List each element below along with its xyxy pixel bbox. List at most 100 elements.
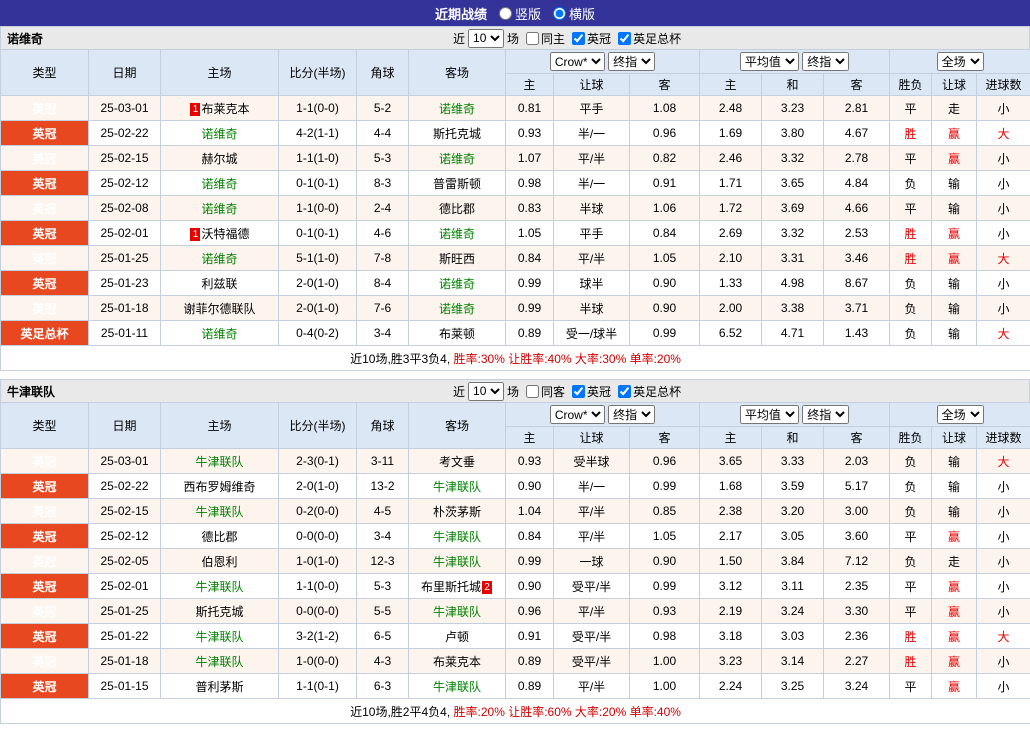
away-team-name[interactable]: 牛津联队 xyxy=(433,480,481,494)
away-team-name[interactable]: 牛津联队 xyxy=(433,530,481,544)
away-team-name[interactable]: 朴茨茅斯 xyxy=(433,505,481,519)
away-team-name[interactable]: 牛津联队 xyxy=(433,605,481,619)
wdl-result-cell: 平 xyxy=(889,95,933,121)
league-type-cell[interactable]: 英冠 xyxy=(0,548,89,574)
away-team-name[interactable]: 诺维奇 xyxy=(439,102,475,116)
home-team-name[interactable]: 普利茅斯 xyxy=(195,680,243,694)
avg-home-cell: 1.50 xyxy=(699,548,763,574)
home-team-name[interactable]: 牛津联队 xyxy=(195,580,243,594)
home-team-name[interactable]: 牛津联队 xyxy=(195,455,243,469)
fulltime-select[interactable]: 全场 xyxy=(936,52,984,71)
league-type-cell[interactable]: 英冠 xyxy=(0,498,89,524)
league-type-cell[interactable]: 英冠 xyxy=(0,145,89,171)
away-team-name[interactable]: 诺维奇 xyxy=(439,277,475,291)
avg-group-header: 平均值 终指 xyxy=(699,49,891,74)
home-team-name[interactable]: 诺维奇 xyxy=(201,177,237,191)
facup-checkbox[interactable] xyxy=(618,384,632,398)
home-team-name[interactable]: 诺维奇 xyxy=(201,202,237,216)
away-team-name[interactable]: 牛津联队 xyxy=(433,680,481,694)
home-team-name[interactable]: 德比郡 xyxy=(201,530,237,544)
home-team-name[interactable]: 西布罗姆维奇 xyxy=(183,480,255,494)
away-odds-cell: 0.99 xyxy=(628,573,701,599)
league-type-cell[interactable]: 英冠 xyxy=(0,95,89,121)
match-count-select[interactable]: 10 xyxy=(468,381,505,401)
odds-time-select[interactable]: 终指 xyxy=(608,405,656,424)
league-type-cell[interactable]: 英冠 xyxy=(0,270,89,296)
vertical-radio[interactable] xyxy=(498,6,512,20)
handicap-result-cell: 赢 xyxy=(931,598,978,624)
league-type-cell[interactable]: 英冠 xyxy=(0,195,89,221)
league-type-cell[interactable]: 英冠 xyxy=(0,573,89,599)
league-type-cell[interactable]: 英冠 xyxy=(0,648,89,674)
home-team-name[interactable]: 斯托克城 xyxy=(195,605,243,619)
away-team-name[interactable]: 考文垂 xyxy=(439,455,475,469)
away-team-name[interactable]: 普雷斯顿 xyxy=(433,177,481,191)
near-label: 近 xyxy=(453,31,466,46)
league-type-cell[interactable]: 英足总杯 xyxy=(0,320,89,346)
home-team-name[interactable]: 牛津联队 xyxy=(195,505,243,519)
home-team-name[interactable]: 谢菲尔德联队 xyxy=(183,302,255,316)
match-count-select[interactable]: 10 xyxy=(468,28,505,48)
home-team-name[interactable]: 诺维奇 xyxy=(201,127,237,141)
facup-filter[interactable]: 英足总杯 xyxy=(614,30,681,47)
home-team-name[interactable]: 伯恩利 xyxy=(201,555,237,569)
league-type-cell[interactable]: 英冠 xyxy=(0,473,89,499)
league-type-cell[interactable]: 英冠 xyxy=(0,170,89,196)
home-team-name[interactable]: 赫尔城 xyxy=(201,152,237,166)
league-type-cell[interactable]: 英冠 xyxy=(0,523,89,549)
avg-select[interactable]: 平均值 xyxy=(739,52,799,71)
away-team-name[interactable]: 诺维奇 xyxy=(439,302,475,316)
league-filter[interactable]: 英冠 xyxy=(568,30,611,47)
layout-radio-vertical[interactable]: 竖版 xyxy=(498,4,541,23)
avg-select[interactable]: 平均值 xyxy=(739,405,799,424)
layout-radio-horizontal[interactable]: 横版 xyxy=(553,4,595,23)
avg-time-select[interactable]: 终指 xyxy=(802,52,850,71)
away-team-name[interactable]: 诺维奇 xyxy=(439,152,475,166)
league-type-cell[interactable]: 英冠 xyxy=(0,220,89,246)
odds-source-select[interactable]: Crow* xyxy=(549,405,605,424)
away-team-name[interactable]: 布莱顿 xyxy=(439,327,475,341)
goals-result-cell: 小 xyxy=(976,295,1030,321)
fulltime-select[interactable]: 全场 xyxy=(936,405,984,424)
league-checkbox[interactable] xyxy=(572,31,586,45)
home-team-name[interactable]: 沃特福德 xyxy=(201,227,249,241)
league-type-cell[interactable]: 英冠 xyxy=(0,673,89,699)
away-team-cell: 牛津联队 xyxy=(408,473,506,499)
league-type-cell[interactable]: 英冠 xyxy=(0,245,89,271)
away-team-name[interactable]: 德比郡 xyxy=(439,202,475,216)
home-team-name[interactable]: 布莱克本 xyxy=(201,102,249,116)
away-team-name[interactable]: 斯托克城 xyxy=(433,127,481,141)
avg-time-select[interactable]: 终指 xyxy=(802,405,850,424)
league-checkbox[interactable] xyxy=(572,384,586,398)
away-team-name[interactable]: 布里斯托城 xyxy=(421,580,481,594)
facup-checkbox[interactable] xyxy=(618,31,632,45)
league-type-cell[interactable]: 英冠 xyxy=(0,598,89,624)
home-team-name[interactable]: 诺维奇 xyxy=(201,327,237,341)
facup-filter[interactable]: 英足总杯 xyxy=(614,383,681,400)
home-odds-cell: 0.90 xyxy=(505,473,554,499)
home-odds-cell: 0.84 xyxy=(505,523,554,549)
same-venue-checkbox[interactable] xyxy=(526,31,540,45)
same-venue-filter[interactable]: 同主 xyxy=(522,30,565,47)
away-team-name[interactable]: 牛津联队 xyxy=(433,555,481,569)
league-type-cell[interactable]: 英冠 xyxy=(0,295,89,321)
away-team-name[interactable]: 诺维奇 xyxy=(439,227,475,241)
away-team-name[interactable]: 斯旺西 xyxy=(439,252,475,266)
away-team-name[interactable]: 布莱克本 xyxy=(433,655,481,669)
same-venue-filter[interactable]: 同客 xyxy=(522,383,565,400)
home-team-name[interactable]: 诺维奇 xyxy=(201,252,237,266)
same-venue-checkbox[interactable] xyxy=(526,384,540,398)
home-team-name[interactable]: 利兹联 xyxy=(201,277,237,291)
league-type-cell[interactable]: 英冠 xyxy=(0,120,89,146)
league-type-cell[interactable]: 英冠 xyxy=(0,448,89,474)
summary-cell: 近10场,胜3平3负4, 胜率:30% 让胜率:40% 大率:30% 单率:20… xyxy=(0,345,1030,371)
league-type-cell[interactable]: 英冠 xyxy=(0,623,89,649)
league-filter[interactable]: 英冠 xyxy=(568,383,611,400)
odds-source-select[interactable]: Crow* xyxy=(549,52,605,71)
home-team-name[interactable]: 牛津联队 xyxy=(195,630,243,644)
horizontal-radio[interactable] xyxy=(553,6,566,20)
red-card-badge: 2 xyxy=(482,580,492,594)
home-team-name[interactable]: 牛津联队 xyxy=(195,655,243,669)
away-team-name[interactable]: 卢顿 xyxy=(445,630,469,644)
odds-time-select[interactable]: 终指 xyxy=(608,52,656,71)
